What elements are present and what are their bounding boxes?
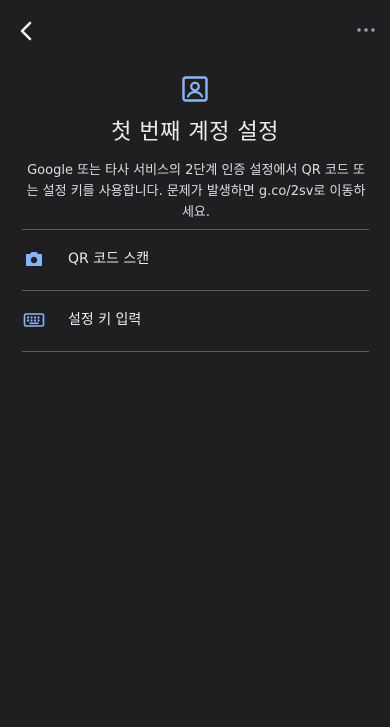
divider [22,351,369,352]
scan-qr-code-option[interactable]: QR 코드 스캔 [0,229,390,289]
page-title: 첫 번째 계정 설정 [111,120,279,145]
scan-qr-code-label: QR 코드 스캔 [68,251,150,267]
back-button[interactable] [12,16,42,46]
camera-icon [23,248,45,270]
keyboard-icon [23,309,45,331]
page-description: Google 또는 타사 서비스의 2단계 인증 설정에서 QR 코드 또는 설… [26,163,366,220]
account-box-icon [181,75,209,103]
enter-setup-key-label: 설정 키 입력 [68,312,142,328]
more-horizontal-icon [357,28,375,32]
more-options-button[interactable] [356,22,376,38]
chevron-left-icon [20,21,32,41]
top-bar [0,0,390,60]
enter-setup-key-option[interactable]: 설정 키 입력 [0,290,390,350]
